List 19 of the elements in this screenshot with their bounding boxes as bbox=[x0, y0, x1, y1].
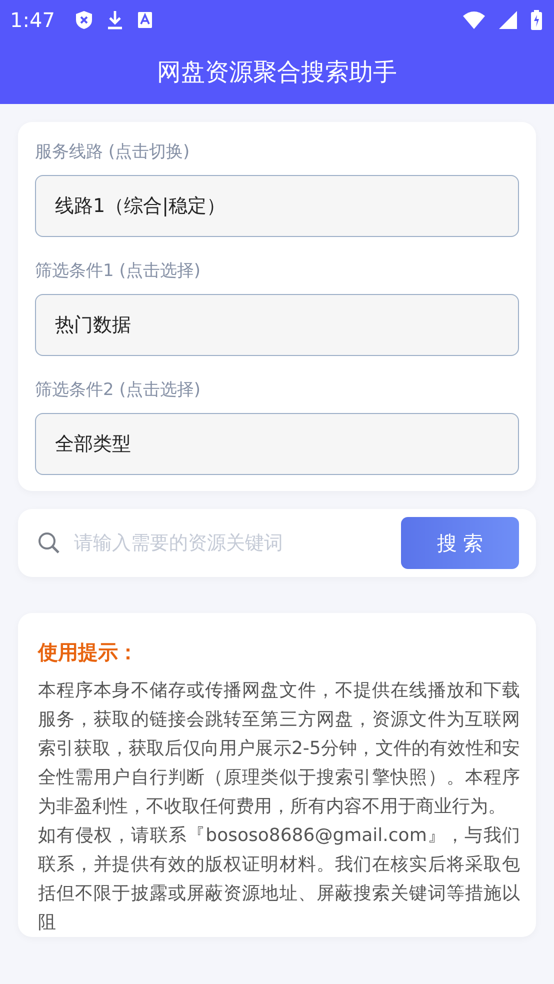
search-icon bbox=[38, 532, 60, 554]
signal-icon bbox=[499, 11, 517, 29]
select-field[interactable]: 全部类型 bbox=[35, 413, 519, 475]
tips-paragraph: 如有侵权，请联系『bososo8686@gmail.com』，与我们联系，并提供有效的版权证明材料。我们在核实后将采取包括但不限于披露或屏蔽资源地址、屏蔽搜索关键词等措施以阻 bbox=[38, 824, 520, 935]
select-field[interactable]: 热门数据 bbox=[35, 294, 519, 356]
field-label: 服务线路 (点击切换) bbox=[35, 141, 191, 163]
search-button[interactable]: 搜 索 bbox=[401, 517, 519, 569]
download-icon bbox=[106, 10, 123, 30]
wifi-icon bbox=[463, 11, 485, 29]
status-time: 1:47 bbox=[10, 8, 55, 32]
field-label: 筛选条件2 (点击选择) bbox=[35, 379, 202, 401]
battery-icon bbox=[531, 10, 542, 30]
app-title: 网盘资源聚合搜索助手 bbox=[157, 57, 397, 88]
shield-icon bbox=[74, 10, 93, 30]
tips-title: 使用提示： bbox=[38, 639, 139, 666]
field-label: 筛选条件1 (点击选择) bbox=[35, 260, 202, 282]
select-field[interactable]: 线路1（综合|稳定） bbox=[35, 175, 519, 237]
font-icon bbox=[136, 11, 153, 29]
tips-paragraph: 本程序本身不储存或传播网盘文件，不提供在线播放和下载服务，获取的链接会跳转至第三方网盘，资源文件为互联网索引获取，获取后仅向用户展示2-5分钟，文件的有效性和安全性需用户自行判断（原理类似于搜索引擎快照）。本程序为非盈利性，不收取任何费用，所有内容不用于商业行为。 bbox=[38, 679, 520, 819]
